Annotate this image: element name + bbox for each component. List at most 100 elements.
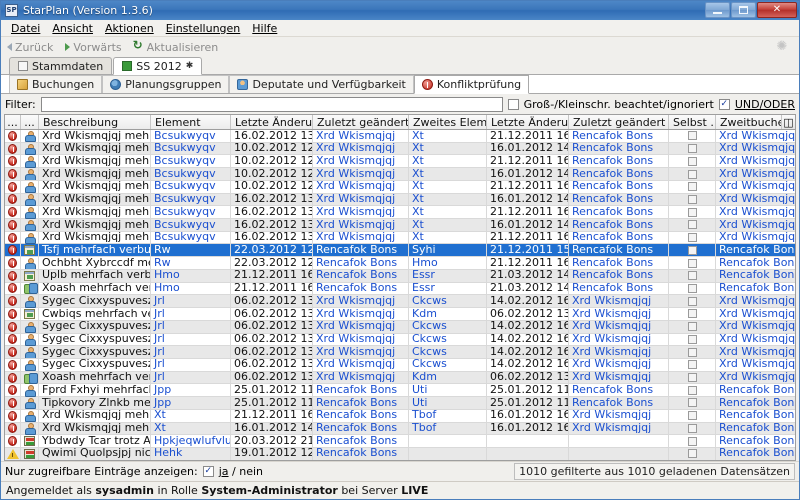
table-row[interactable]: Xoash mehrfach ver...Hmo21.12.2011 16:11…	[5, 282, 795, 296]
selbst-checkbox[interactable]	[687, 144, 697, 154]
cell-zweitbucher: Xrd Wkismqjqj	[716, 358, 795, 371]
selbst-checkbox[interactable]	[687, 334, 697, 344]
menu-item-aktionen[interactable]: Aktionen	[99, 21, 160, 36]
back-button[interactable]: Zurück	[7, 41, 53, 54]
tab-konfliktpruefung[interactable]: Konfliktprüfung	[413, 75, 530, 94]
selbst-checkbox[interactable]	[687, 156, 697, 166]
selbst-checkbox[interactable]	[687, 423, 697, 433]
selbst-checkbox[interactable]	[687, 411, 697, 421]
group-icon	[110, 79, 122, 90]
status-user: sysadmin	[95, 484, 155, 497]
table-row[interactable]: Xrd Wkismqjqj meh...Xt16.01.2012 14:43Re…	[5, 422, 795, 436]
cell-zweites-element: Tbof	[409, 409, 487, 423]
selbst-checkbox[interactable]	[687, 271, 697, 281]
table-row[interactable]: Xrd Wkismqjqj meh... Bcsukwyqv 10.02.2012 …	[5, 142, 795, 156]
minimize-button[interactable]	[705, 2, 730, 18]
selbst-checkbox[interactable]	[687, 449, 697, 459]
selbst-checkbox[interactable]	[687, 373, 697, 383]
accessible-entries-checkbox[interactable]	[202, 466, 214, 477]
selbst-checkbox[interactable]	[687, 169, 697, 179]
case-sensitivity-checkbox[interactable]	[507, 98, 519, 110]
cell-letzte-aenderung-2: 21.12.2011 16:22	[487, 205, 569, 219]
table-row[interactable]: Xrd Wkismqjqj meh... Bcsukwyqv 10.02.2012 …	[5, 180, 795, 194]
close-button[interactable]: ✕	[757, 2, 797, 18]
selbst-checkbox[interactable]	[687, 296, 697, 306]
table-row[interactable]: Sygec Cixxyspuvesz...Jrl06.02.2012 13:50…	[5, 320, 795, 334]
cell-zuletzt-geaendert-von-2: Xrd Wkismqjqj	[569, 333, 669, 346]
cell-zweitbucher: Xrd Wkismqjqj	[716, 231, 795, 244]
column-header-letzte-aenderung[interactable]: Letzte Änderung	[231, 115, 313, 129]
table-row[interactable]: Xrd Wkismqjqj meh... Bcsukwyqv 16.02.2012 …	[5, 130, 795, 143]
column-header-zuletzt-geaendert-von-2[interactable]: Zuletzt geändert von	[569, 115, 669, 129]
selbst-checkbox[interactable]	[687, 309, 697, 319]
tab-planungsgruppen[interactable]: Planungsgruppen	[102, 75, 230, 93]
cell-zuletzt-geaendert-von: Xrd Wkismqjqj	[313, 294, 409, 308]
tab-stammdaten[interactable]: Stammdaten	[9, 57, 113, 74]
cell-zweitbucher: Xrd Wkismqjqj	[716, 206, 795, 219]
selbst-checkbox[interactable]	[687, 207, 697, 217]
table-row[interactable]: Xoash mehrfach ver...Jrl06.02.2012 13:50…	[5, 371, 795, 385]
table-row[interactable]: Sygec Cixxyspuvesz...Jrl06.02.2012 13:50…	[5, 333, 795, 347]
table-row[interactable]: Uplb mehrfach verb...Hmo21.12.2011 16:11…	[5, 269, 795, 283]
selbst-checkbox[interactable]	[687, 258, 697, 268]
table-row[interactable]: Tipkovory Zlnkb meh...Jpp25.01.2012 11:4…	[5, 396, 795, 410]
forward-button[interactable]: Vorwärts	[65, 41, 122, 54]
selbst-checkbox[interactable]	[687, 220, 697, 230]
table-row[interactable]: Xrd Wkismqjqj meh... Bcsukwyqv 16.02.2012 …	[5, 193, 795, 207]
table-row[interactable]: Sygec Cixxyspuvesz...Jrl06.02.2012 13:50…	[5, 345, 795, 359]
status-bar: Angemeldet als sysadmin in Rolle System-…	[1, 481, 799, 499]
column-header-element[interactable]: Element	[151, 115, 231, 129]
tab-ss-2012[interactable]: SS 2012 ✱	[113, 57, 203, 75]
selbst-checkbox[interactable]	[687, 347, 697, 357]
column-chooser-icon[interactable]: ◫	[782, 115, 795, 129]
selbst-checkbox[interactable]	[687, 385, 697, 395]
table-row[interactable]: Xrd Wkismqjqj meh... Bcsukwyqv 16.02.2012 …	[5, 218, 795, 232]
cell-zuletzt-geaendert-von-2: Xrd Wkismqjqj	[569, 409, 669, 423]
table-row[interactable]: Qwimi Quolpsjpj nic...Hehk19.01.2012 12:…	[5, 447, 795, 460]
table-row[interactable]: Xrd Wkismqjqj meh...Xt21.12.2011 16:22Re…	[5, 409, 795, 423]
and-or-checkbox[interactable]	[718, 98, 730, 110]
table-row[interactable]: Xrd Wkismqjqj meh... Bcsukwyqv 10.02.2012 …	[5, 154, 795, 169]
cell-letzte-aenderung-2: 21.03.2012 14:33	[487, 269, 569, 283]
selbst-checkbox[interactable]	[687, 283, 697, 293]
selbst-checkbox[interactable]	[687, 360, 697, 370]
column-header-letzte-aenderung-2[interactable]: Letzte Änderung	[487, 115, 569, 129]
selbst-checkbox[interactable]	[687, 233, 697, 243]
selbst-checkbox[interactable]	[687, 398, 697, 408]
table-row[interactable]: Sygec Cixxyspuvesz...Jrl06.02.2012 13:50…	[5, 358, 795, 372]
table-row[interactable]: Xrd Wkismqjqj meh... Bcsukwyqv 16.02.2012 …	[5, 205, 795, 220]
selbst-checkbox[interactable]	[687, 436, 697, 446]
table-row[interactable]: Sygec Cixxyspuvesz...Jrl06.02.2012 13:50…	[5, 294, 795, 309]
column-header-zweitbucher[interactable]: Zweitbucher	[716, 115, 782, 129]
column-header-zweites-element[interactable]: Zweites Element	[409, 115, 487, 129]
selbst-checkbox[interactable]	[687, 182, 697, 192]
table-row[interactable]: Fprd Fxhyi mehrfach...Jpp25.01.2012 11:4…	[5, 383, 795, 398]
column-header-zuletzt-geaendert-von[interactable]: Zuletzt geändert von	[313, 115, 409, 129]
tab-deputate[interactable]: Deputate und Verfügbarkeit	[229, 75, 414, 93]
cell-beschreibung: Xoash mehrfach ver...	[39, 282, 151, 295]
refresh-button[interactable]: Aktualisieren	[133, 38, 219, 54]
selbst-checkbox[interactable]	[687, 194, 697, 204]
column-header-beschreibung[interactable]: Beschreibung	[39, 115, 151, 129]
table-row[interactable]: Xrd Wkismqjqj meh... Bcsukwyqv 10.02.2012 …	[5, 167, 795, 181]
maximize-button[interactable]	[731, 2, 756, 18]
column-header-type[interactable]: ...	[21, 115, 39, 129]
row-status-cell	[5, 320, 21, 333]
selbst-checkbox[interactable]	[687, 245, 697, 255]
menu-item-hilfe[interactable]: Hilfe	[246, 21, 283, 36]
table-row[interactable]: Tsfj mehrfach verbu...Rw22.03.2012 12:06…	[5, 243, 795, 258]
table-row[interactable]: Xrd Wkismqjqj meh... Bcsukwyqv 16.02.2012 …	[5, 231, 795, 245]
column-header-selbst[interactable]: Selbst ...	[669, 115, 716, 129]
column-header-status[interactable]: ...	[5, 115, 21, 129]
menu-item-einstellungen[interactable]: Einstellungen	[160, 21, 247, 36]
dirty-marker-icon: ✱	[185, 61, 194, 71]
selbst-checkbox[interactable]	[687, 131, 697, 141]
table-row[interactable]: Ochbht Xybrccdf me...Rw22.03.2012 12:06R…	[5, 256, 795, 270]
filter-input[interactable]	[40, 96, 503, 112]
table-row[interactable]: Ybdwdy Tcar trotz A...Hpkjeqwlufvluxp20.…	[5, 434, 795, 448]
menu-item-datei[interactable]: Datei	[5, 21, 46, 36]
table-row[interactable]: Cwbiqs mehrfach ve...Jrl06.02.2012 13:50…	[5, 307, 795, 321]
selbst-checkbox[interactable]	[687, 322, 697, 332]
menu-item-ansicht[interactable]: Ansicht	[46, 21, 99, 36]
tab-buchungen[interactable]: Buchungen	[9, 75, 103, 93]
